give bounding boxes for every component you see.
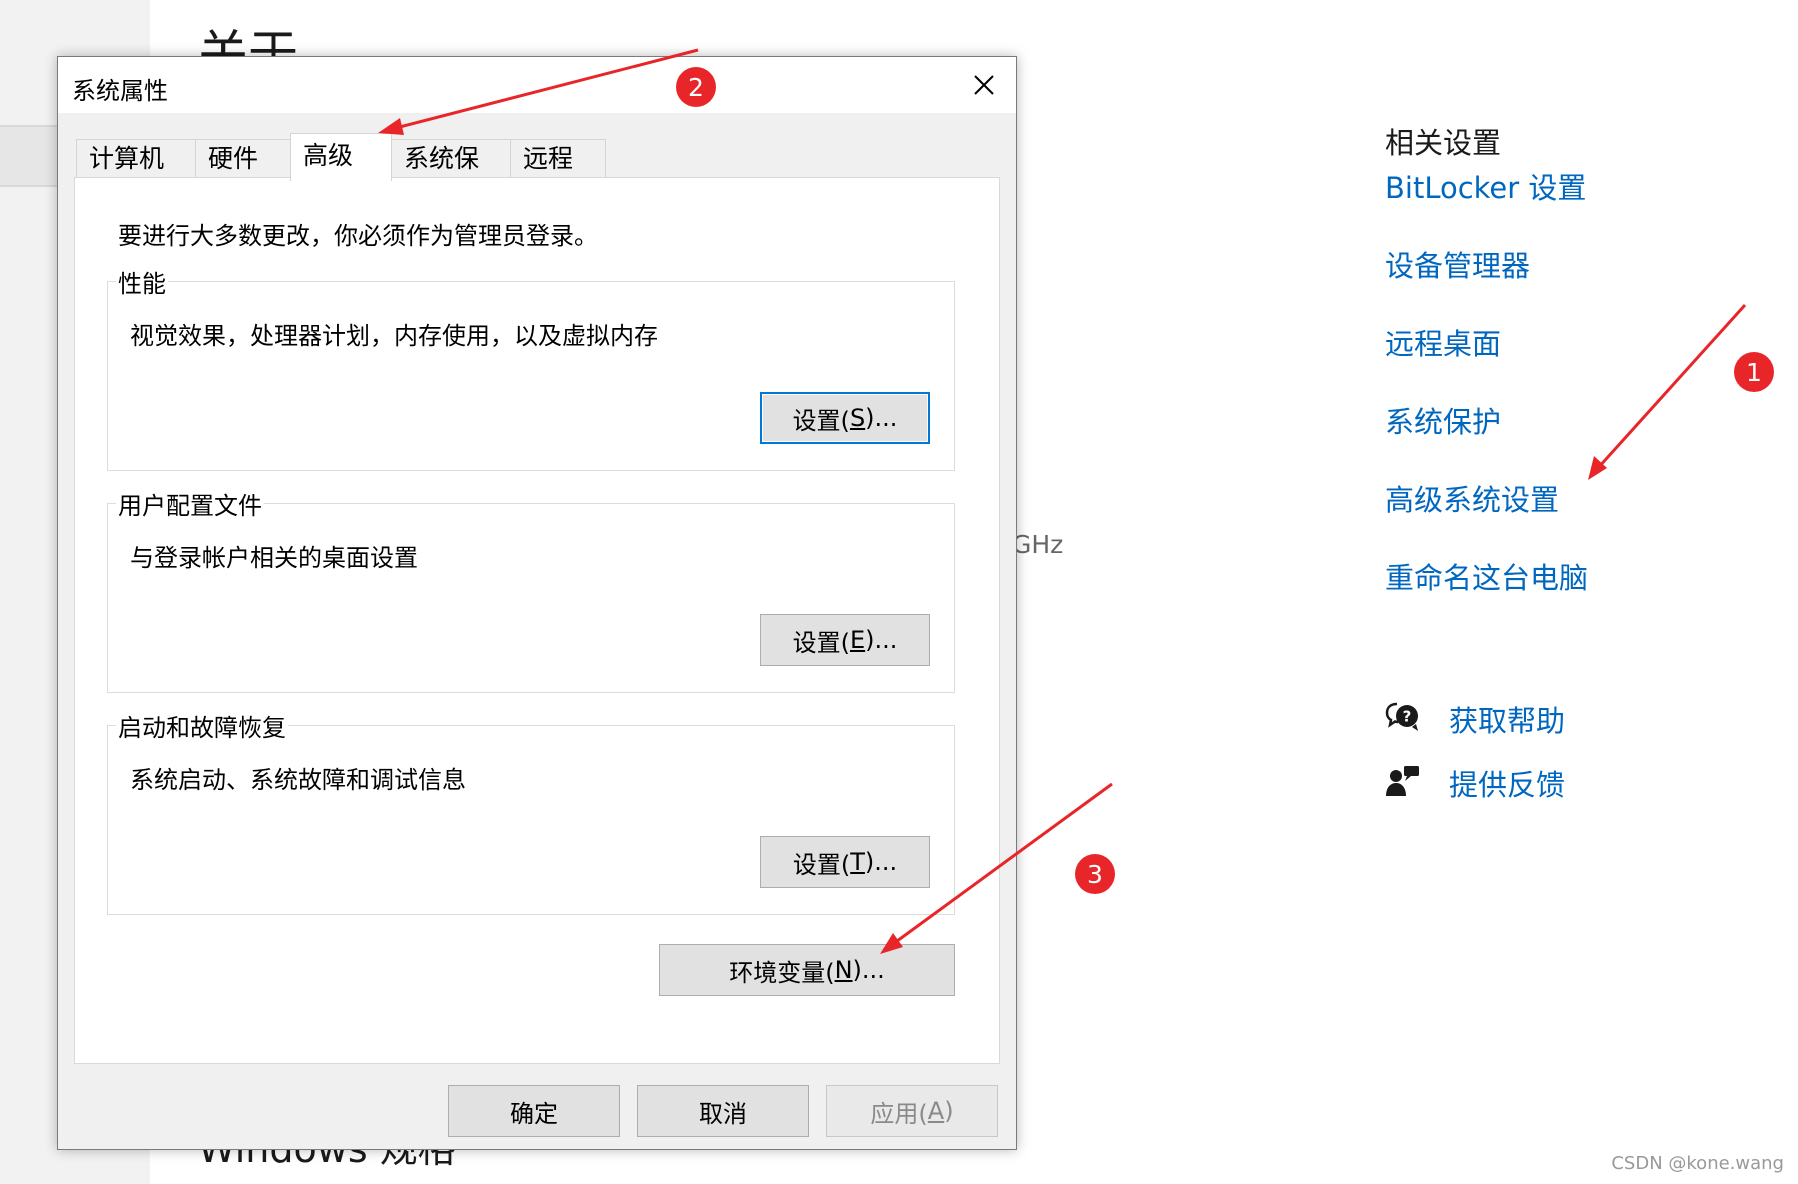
annotation-badge-1: 1 — [1734, 352, 1774, 392]
arrow-to-advanced-tab — [378, 48, 699, 135]
annotation-arrows — [378, 48, 1747, 954]
annotation-badge-3: 3 — [1075, 854, 1115, 894]
annotation-badge-2: 2 — [676, 67, 716, 107]
arrow-to-advanced-system-settings — [1588, 303, 1747, 480]
